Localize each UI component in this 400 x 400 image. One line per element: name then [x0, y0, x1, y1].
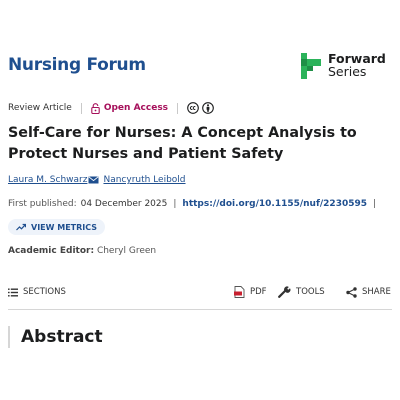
article-title: Self-Care for Nurses: A Concept Analysis…: [8, 125, 357, 162]
abstract-heading: Abstract: [8, 326, 103, 348]
toolbar-divider: [8, 309, 392, 310]
open-access-label: Open Access: [103, 103, 169, 113]
journal-title[interactable]: Nursing Forum: [8, 55, 146, 75]
view-metrics-label: VIEW METRICS: [31, 222, 98, 232]
first-published-label: First published:: [8, 199, 77, 209]
email-icon[interactable]: [88, 176, 99, 184]
share-label: SHARE: [362, 287, 391, 297]
author-link[interactable]: Laura M. Schwarz: [8, 175, 87, 185]
trending-up-icon: [16, 223, 26, 231]
forward-series-mark-icon: [301, 53, 321, 79]
meta-separator: [177, 102, 179, 114]
pipe-separator: |: [173, 199, 177, 209]
share-icon: [346, 286, 357, 298]
tools-label: TOOLS: [296, 287, 325, 297]
sections-label: SECTIONS: [23, 287, 66, 297]
article-type: Review Article: [8, 103, 72, 113]
article-toolbar: SECTIONS PDF TOOLS SHARE: [8, 284, 392, 300]
academic-editor-name: Cheryl Green: [96, 246, 157, 256]
pipe-separator: |: [373, 199, 377, 209]
publisher-line2: Series: [328, 64, 367, 79]
creative-commons-icon[interactable]: [187, 102, 199, 114]
open-access-badge[interactable]: Open Access: [91, 102, 169, 114]
page-header: Nursing Forum Forward Series: [0, 0, 400, 92]
pdf-label: PDF: [250, 287, 267, 297]
list-icon: [8, 288, 18, 296]
meta-separator: [80, 102, 82, 114]
publisher-name: Forward Series: [328, 52, 386, 78]
share-button[interactable]: SHARE: [346, 284, 391, 300]
first-published-date: 04 December 2025: [80, 199, 168, 209]
forward-series-logo[interactable]: Forward Series: [301, 52, 391, 82]
article-meta-row: Review Article Open Access: [8, 101, 217, 115]
view-metrics-button[interactable]: VIEW METRICS: [8, 219, 106, 235]
pdf-button[interactable]: PDF: [234, 284, 267, 300]
attribution-icon[interactable]: [202, 102, 214, 114]
pdf-icon: [234, 286, 245, 298]
doi-link[interactable]: https://doi.org/10.1155/nuf/2230595: [182, 199, 367, 209]
open-lock-icon: [91, 102, 100, 114]
publication-info: First published: 04 December 2025 | http…: [8, 199, 382, 209]
author-list: Laura M. Schwarz Nancyruth Leibold: [8, 175, 186, 185]
academic-editor-label: Academic Editor:: [8, 246, 95, 256]
sections-button[interactable]: SECTIONS: [8, 284, 66, 300]
tools-button[interactable]: TOOLS: [278, 284, 325, 300]
wrench-icon: [278, 286, 291, 298]
academic-editor: Academic Editor: Cheryl Green: [8, 246, 156, 256]
author-link[interactable]: Nancyruth Leibold: [103, 175, 185, 185]
